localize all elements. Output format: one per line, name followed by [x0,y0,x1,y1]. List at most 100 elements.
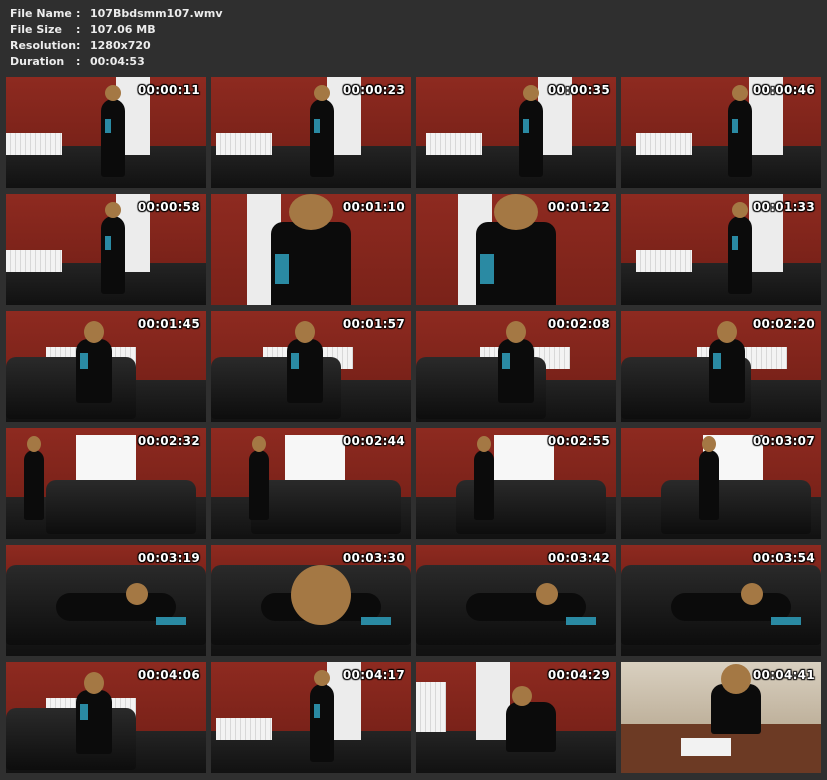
video-thumbnail[interactable]: 00:01:10 [211,194,411,305]
thumbnail-timestamp: 00:02:32 [137,434,200,448]
person-head [512,686,532,706]
person-figure [474,450,494,520]
video-thumbnail[interactable]: 00:02:08 [416,311,616,422]
radiator-graphic [6,133,62,155]
person-head [702,436,716,452]
clothing-accent [502,353,510,369]
thumbnail-timestamp: 00:04:06 [137,668,200,682]
video-thumbnail[interactable]: 00:02:55 [416,428,616,539]
video-thumbnail[interactable]: 00:04:29 [416,662,616,773]
window-graphic [76,434,136,484]
file-size-separator: : [76,23,81,36]
sofa-graphic [6,357,136,419]
thumbnail-timestamp: 00:02:55 [547,434,610,448]
thumbnail-timestamp: 00:00:11 [137,83,200,97]
person-head [523,85,539,101]
thumbnail-timestamp: 00:01:33 [752,200,815,214]
video-thumbnail[interactable]: 00:02:20 [621,311,821,422]
video-thumbnail[interactable]: 00:02:44 [211,428,411,539]
file-name-row: File Name:107Bbdsmm107.wmv [10,6,310,22]
thumbnail-timestamp: 00:04:41 [752,668,815,682]
person-head [84,672,104,694]
person-head [721,664,751,694]
video-thumbnail[interactable]: 00:04:06 [6,662,206,773]
person-figure [249,450,269,520]
person-head [732,85,748,101]
video-thumbnail[interactable]: 00:03:30 [211,545,411,656]
person-head [105,202,121,218]
video-thumbnail[interactable]: 00:00:11 [6,77,206,188]
clothing-accent [80,353,88,369]
video-thumbnail[interactable]: 00:01:57 [211,311,411,422]
clothing-accent [105,119,111,133]
thumbnail-timestamp: 00:00:35 [547,83,610,97]
video-thumbnail[interactable]: 00:00:46 [621,77,821,188]
radiator-graphic [636,133,692,155]
file-name-separator: : [76,7,81,20]
person-figure [728,99,752,177]
person-figure [699,450,719,520]
person-head [295,321,315,343]
person-head [494,194,538,230]
window-graphic [285,434,345,484]
thumbnail-timestamp: 00:01:10 [342,200,405,214]
file-name-label: File Name [10,7,72,20]
clothing-accent [80,704,88,720]
person-head [126,583,148,605]
video-thumbnail[interactable]: 00:01:33 [621,194,821,305]
video-thumbnail[interactable]: 00:04:41 [621,662,821,773]
person-head [314,85,330,101]
clothing-accent [291,353,299,369]
person-head [717,321,737,343]
clothing-accent [314,704,320,718]
video-thumbnail[interactable]: 00:00:23 [211,77,411,188]
person-head [506,321,526,343]
file-name-value: 107Bbdsmm107.wmv [90,7,223,20]
radiator-graphic [216,133,272,155]
thumbnail-timestamp: 00:01:22 [547,200,610,214]
video-thumbnail[interactable]: 00:03:54 [621,545,821,656]
sofa-graphic [661,480,811,534]
resolution-separator: : [76,39,81,52]
sofa-graphic [6,708,136,770]
file-size-label: File Size [10,23,62,36]
thumbnail-timestamp: 00:00:58 [137,200,200,214]
video-thumbnail[interactable]: 00:02:32 [6,428,206,539]
thumbnail-timestamp: 00:02:44 [342,434,405,448]
video-thumbnail[interactable]: 00:03:42 [416,545,616,656]
clothing-accent [732,119,738,133]
thumbnail-timestamp: 00:03:54 [752,551,815,565]
video-thumbnail[interactable]: 00:03:19 [6,545,206,656]
video-thumbnail[interactable]: 00:04:17 [211,662,411,773]
person-head [84,321,104,343]
person-head [27,436,41,452]
thumbnail-timestamp: 00:01:45 [137,317,200,331]
resolution-row: Resolution: 1280x720 [10,38,310,54]
radiator-graphic [636,250,692,272]
thumbnail-timestamp: 00:01:57 [342,317,405,331]
clothing-accent [566,617,596,625]
thumbnail-timestamp: 00:03:07 [752,434,815,448]
video-thumbnail[interactable]: 00:01:45 [6,311,206,422]
door-graphic [476,662,510,740]
radiator-graphic [216,718,272,740]
clothing-accent [314,119,320,133]
duration-row: Duration:00:04:53 [10,54,310,70]
person-figure [310,684,334,762]
video-thumbnail[interactable]: 00:03:07 [621,428,821,539]
thumbnail-timestamp: 00:00:46 [752,83,815,97]
clothing-accent [732,236,738,250]
clothing-accent [105,236,111,250]
file-size-value: 107.06 MB [90,23,156,36]
duration-value: 00:04:53 [90,55,145,68]
clothing-accent [713,353,721,369]
video-thumbnail[interactable]: 00:01:22 [416,194,616,305]
paper-graphic [681,738,731,756]
duration-label: Duration [10,55,65,68]
thumbnail-timestamp: 00:00:23 [342,83,405,97]
video-thumbnail[interactable]: 00:00:58 [6,194,206,305]
duration-separator: : [76,55,81,68]
person-head [291,565,351,625]
video-thumbnail[interactable]: 00:00:35 [416,77,616,188]
person-figure [310,99,334,177]
